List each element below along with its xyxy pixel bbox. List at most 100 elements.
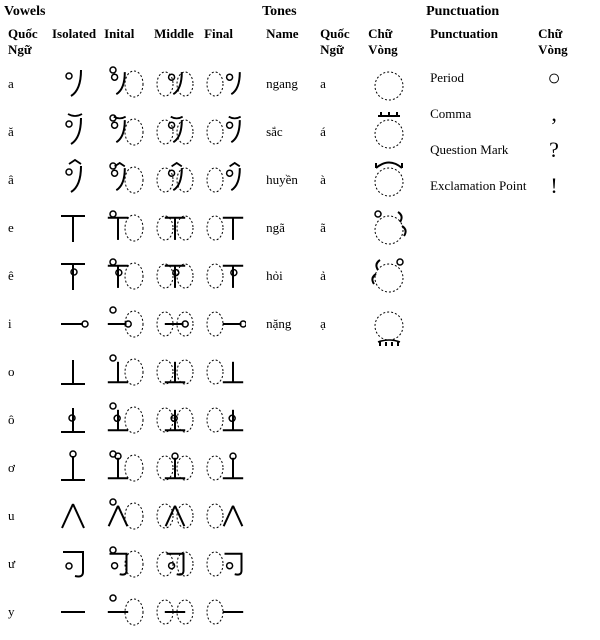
- vowel-initial-glyph: [100, 492, 150, 540]
- tone-row: huyềnà: [262, 156, 414, 204]
- vowel-qn: o: [4, 348, 48, 396]
- punctuation-row: Exclamation Point!: [426, 168, 574, 204]
- vowel-middle-glyph: [150, 60, 200, 108]
- vowels-title: Vowels: [4, 4, 250, 20]
- vowel-isolated-glyph: [48, 492, 100, 540]
- vowel-isolated-glyph: [48, 60, 100, 108]
- tone-glyph: [364, 252, 414, 300]
- vowel-row: â: [4, 156, 250, 204]
- vowel-initial-glyph: [100, 588, 150, 636]
- vowel-final-glyph: [200, 396, 250, 444]
- vowels-header-initial: Inital: [100, 24, 150, 60]
- vowel-final-glyph: [200, 444, 250, 492]
- tone-row: ngãã: [262, 204, 414, 252]
- vowel-qn: â: [4, 156, 48, 204]
- tone-row: nặngạ: [262, 300, 414, 348]
- vowel-middle-glyph: [150, 588, 200, 636]
- tones-header-qn: Quốc Ngữ: [316, 24, 364, 60]
- vowel-row: e: [4, 204, 250, 252]
- vowel-row: ư: [4, 540, 250, 588]
- vowel-qn: ơ: [4, 444, 48, 492]
- vowel-qn: a: [4, 60, 48, 108]
- punctuation-section: Punctuation Punctuation Chữ Vòng Period○…: [426, 4, 574, 204]
- punctuation-row: Comma,: [426, 96, 574, 132]
- punctuation-name: Exclamation Point: [426, 168, 534, 204]
- punctuation-glyph: ,: [534, 96, 574, 132]
- vowel-initial-glyph: [100, 156, 150, 204]
- vowel-isolated-glyph: [48, 252, 100, 300]
- tone-glyph: [364, 300, 414, 348]
- vowel-final-glyph: [200, 300, 250, 348]
- tones-table: Name Quốc Ngữ Chữ Vòng ngangasắcáhuyềnàn…: [262, 24, 414, 348]
- vowels-header-qn: Quốc Ngữ: [4, 24, 48, 60]
- tone-glyph: [364, 60, 414, 108]
- vowels-table: Quốc Ngữ Isolated Inital Middle Final aă…: [4, 24, 250, 636]
- punctuation-title: Punctuation: [426, 4, 574, 20]
- tone-glyph: [364, 108, 414, 156]
- punctuation-header-name: Punctuation: [426, 24, 534, 60]
- vowels-section: Vowels Quốc Ngữ Isolated Inital Middle F…: [4, 4, 250, 636]
- vowel-isolated-glyph: [48, 540, 100, 588]
- vowel-middle-glyph: [150, 156, 200, 204]
- tones-header-cv: Chữ Vòng: [364, 24, 414, 60]
- punctuation-row: Question Mark?: [426, 132, 574, 168]
- vowel-initial-glyph: [100, 396, 150, 444]
- tones-title: Tones: [262, 4, 414, 20]
- vowel-row: a: [4, 60, 250, 108]
- vowel-qn: u: [4, 492, 48, 540]
- vowel-row: ô: [4, 396, 250, 444]
- tone-name: huyền: [262, 156, 316, 204]
- vowel-initial-glyph: [100, 540, 150, 588]
- punctuation-name: Question Mark: [426, 132, 534, 168]
- tone-row: hỏiả: [262, 252, 414, 300]
- tone-qn: á: [316, 108, 364, 156]
- vowel-row: o: [4, 348, 250, 396]
- punctuation-glyph: ?: [534, 132, 574, 168]
- vowel-initial-glyph: [100, 300, 150, 348]
- vowel-final-glyph: [200, 492, 250, 540]
- tones-section: Tones Name Quốc Ngữ Chữ Vòng ngangasắcáh…: [262, 4, 414, 348]
- vowel-row: u: [4, 492, 250, 540]
- vowel-row: ê: [4, 252, 250, 300]
- punctuation-row: Period○: [426, 60, 574, 96]
- vowel-middle-glyph: [150, 492, 200, 540]
- vowel-qn: ư: [4, 540, 48, 588]
- tone-name: nặng: [262, 300, 316, 348]
- vowel-qn: y: [4, 588, 48, 636]
- vowels-header-final: Final: [200, 24, 250, 60]
- vowels-header-isolated: Isolated: [48, 24, 100, 60]
- vowel-middle-glyph: [150, 540, 200, 588]
- vowel-row: i: [4, 300, 250, 348]
- vowel-initial-glyph: [100, 348, 150, 396]
- vowel-initial-glyph: [100, 108, 150, 156]
- vowel-final-glyph: [200, 348, 250, 396]
- vowel-isolated-glyph: [48, 444, 100, 492]
- vowel-isolated-glyph: [48, 204, 100, 252]
- tone-qn: a: [316, 60, 364, 108]
- vowel-row: ă: [4, 108, 250, 156]
- punctuation-name: Comma: [426, 96, 534, 132]
- vowel-isolated-glyph: [48, 108, 100, 156]
- tone-name: ngã: [262, 204, 316, 252]
- vowel-middle-glyph: [150, 204, 200, 252]
- vowel-final-glyph: [200, 588, 250, 636]
- vowel-qn: ă: [4, 108, 48, 156]
- tone-qn: ạ: [316, 300, 364, 348]
- vowels-header-middle: Middle: [150, 24, 200, 60]
- tone-row: nganga: [262, 60, 414, 108]
- vowel-qn: e: [4, 204, 48, 252]
- tone-glyph: [364, 156, 414, 204]
- vowel-final-glyph: [200, 108, 250, 156]
- vowel-initial-glyph: [100, 252, 150, 300]
- tone-name: sắc: [262, 108, 316, 156]
- vowel-row: y: [4, 588, 250, 636]
- punctuation-glyph: ○: [534, 60, 574, 96]
- vowel-isolated-glyph: [48, 156, 100, 204]
- tone-qn: à: [316, 156, 364, 204]
- vowel-middle-glyph: [150, 444, 200, 492]
- vowel-final-glyph: [200, 252, 250, 300]
- punctuation-header-cv: Chữ Vòng: [534, 24, 574, 60]
- vowel-middle-glyph: [150, 252, 200, 300]
- vowel-qn: ê: [4, 252, 48, 300]
- punctuation-name: Period: [426, 60, 534, 96]
